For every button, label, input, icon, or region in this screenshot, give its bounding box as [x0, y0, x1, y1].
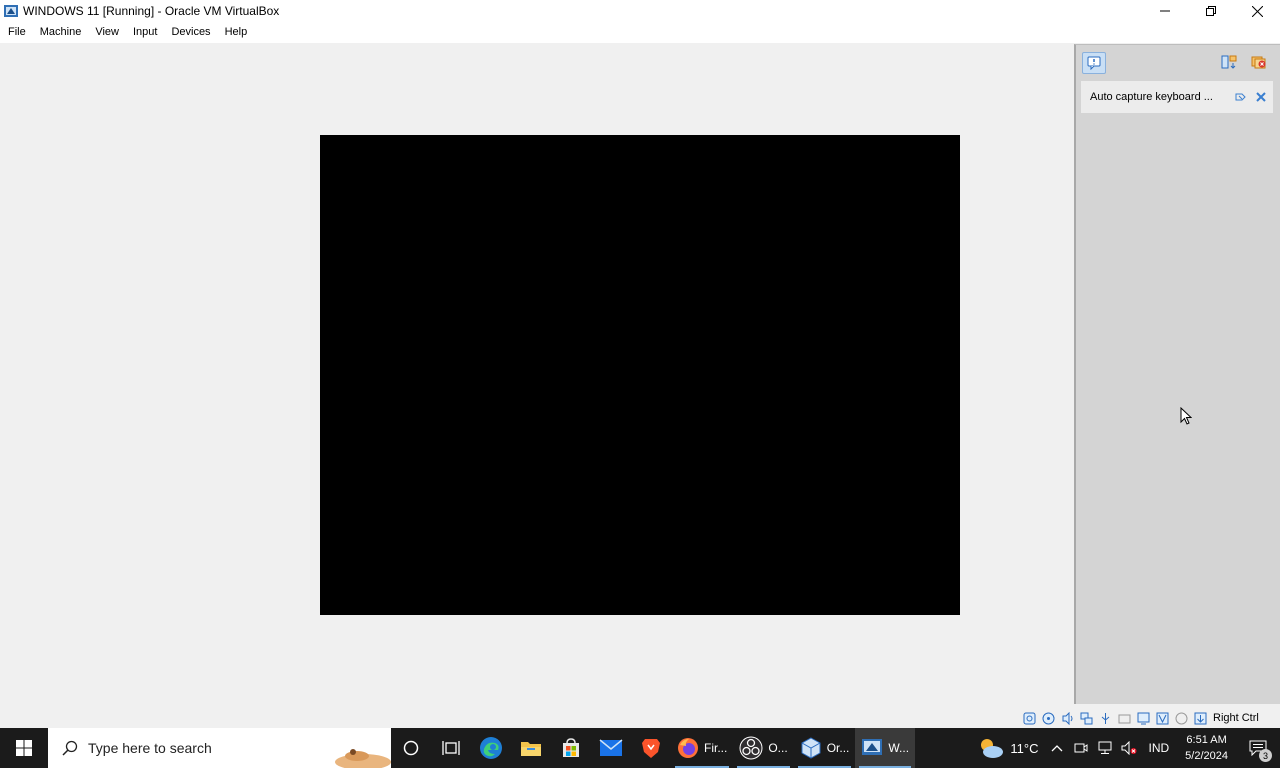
microsoft-store-icon [563, 738, 579, 757]
notification-center-toggle[interactable] [1082, 52, 1106, 74]
title-bar: WINDOWS 11 [Running] - Oracle VM Virtual… [0, 0, 1280, 22]
brave-icon [642, 739, 660, 758]
remove-icon[interactable] [1254, 90, 1268, 104]
network-icon[interactable] [1079, 711, 1094, 726]
virtualbox-vm-icon [862, 739, 883, 755]
close-icon [1251, 5, 1263, 17]
chevron-up-icon [1051, 745, 1062, 752]
taskbar-app-label: Or... [826, 741, 850, 755]
weather-temperature: 11°C [1010, 740, 1039, 756]
host-key-label[interactable]: Right Ctrl [1213, 712, 1259, 724]
task-view-button[interactable] [431, 728, 471, 768]
action-center-button[interactable]: 3 [1236, 728, 1280, 768]
weather-cloudy-icon [981, 739, 1004, 758]
delete-all-icon [1251, 56, 1266, 69]
mouse-cursor-icon [1180, 407, 1192, 425]
toggle-messages-icon [1221, 55, 1237, 69]
clock-date: 5/2/2024 [1185, 750, 1228, 762]
taskbar-app-virtualbox[interactable]: Or... [794, 728, 856, 768]
system-tray: 11°C IND 6:51 AM 5/2/2024 3 [972, 728, 1280, 768]
taskbar-app-label: O... [768, 741, 788, 755]
file-explorer-taskbar-button[interactable] [511, 728, 551, 768]
volume-muted-icon [1121, 741, 1136, 755]
menu-bar: File Machine View Input Devices Help [0, 22, 1280, 43]
vm-status-bar: Right Ctrl [1022, 709, 1280, 727]
menu-input[interactable]: Input [126, 22, 164, 43]
clock-time: 6:51 AM [1186, 734, 1227, 746]
minimize-button[interactable] [1142, 0, 1188, 22]
recording-icon[interactable] [1155, 711, 1170, 726]
menu-file[interactable]: File [1, 22, 33, 43]
mail-icon [599, 739, 623, 756]
task-view-icon [442, 741, 460, 755]
close-button[interactable] [1234, 0, 1280, 22]
menu-view[interactable]: View [88, 22, 126, 43]
audio-icon[interactable] [1060, 711, 1075, 726]
taskbar-app-vm-window[interactable]: W... [855, 728, 916, 768]
display-icon[interactable] [1136, 711, 1151, 726]
search-icon [62, 740, 78, 756]
edge-taskbar-button[interactable] [471, 728, 511, 768]
delete-all-button[interactable] [1250, 53, 1268, 71]
windows-logo-icon [16, 740, 32, 756]
show-hidden-icons-button[interactable] [1045, 728, 1069, 768]
brave-taskbar-button[interactable] [631, 728, 671, 768]
firefox-icon [678, 738, 698, 758]
restore-icon [1206, 6, 1216, 16]
notification-text: Auto capture keyboard ... [1090, 91, 1213, 103]
search-highlight-illustration [335, 749, 391, 768]
input-language[interactable]: IND [1149, 741, 1170, 755]
notification-item[interactable]: Auto capture keyboard ... [1081, 81, 1273, 113]
meet-now-icon [1074, 743, 1087, 753]
notification-count-badge: 3 [1259, 749, 1272, 762]
volume-tray-button[interactable] [1117, 728, 1141, 768]
obs-icon [739, 736, 763, 760]
optical-drive-icon[interactable] [1041, 711, 1056, 726]
cpu-icon[interactable] [1174, 711, 1189, 726]
minimize-icon [1160, 10, 1170, 12]
usb-icon[interactable] [1098, 711, 1113, 726]
network-tray-button[interactable] [1093, 728, 1117, 768]
toggle-messages-button[interactable] [1220, 53, 1238, 71]
menu-devices[interactable]: Devices [164, 22, 217, 43]
cortana-button[interactable] [391, 728, 431, 768]
edge-icon [480, 737, 502, 759]
vm-display[interactable] [320, 135, 960, 615]
cortana-icon [403, 740, 419, 756]
windows-taskbar: Type here to search Fir... O... Or... W.… [0, 728, 1280, 768]
notification-center-panel: Auto capture keyboard ... [1074, 44, 1280, 704]
restore-button[interactable] [1188, 0, 1234, 22]
start-button[interactable] [0, 728, 48, 768]
virtualbox-icon [801, 737, 821, 759]
taskbar-search-box[interactable]: Type here to search [48, 728, 391, 768]
taskbar-app-label: W... [888, 741, 910, 755]
shared-folders-icon[interactable] [1117, 711, 1132, 726]
virtualbox-icon [3, 3, 19, 19]
keep-icon[interactable] [1234, 90, 1248, 104]
network-icon [1098, 741, 1111, 754]
meet-now-button[interactable] [1069, 728, 1093, 768]
taskbar-app-obs[interactable]: O... [733, 728, 793, 768]
mail-taskbar-button[interactable] [591, 728, 631, 768]
taskbar-app-firefox[interactable]: Fir... [671, 728, 733, 768]
hard-disk-icon[interactable] [1022, 711, 1037, 726]
menu-machine[interactable]: Machine [33, 22, 89, 43]
mouse-integration-icon[interactable] [1193, 711, 1208, 726]
file-explorer-icon [521, 742, 541, 756]
taskbar-app-label: Fir... [704, 741, 728, 755]
weather-widget[interactable]: 11°C [972, 728, 1044, 768]
menu-help[interactable]: Help [218, 22, 255, 43]
taskbar-clock[interactable]: 6:51 AM 5/2/2024 [1185, 732, 1228, 764]
store-taskbar-button[interactable] [551, 728, 591, 768]
window-title: WINDOWS 11 [Running] - Oracle VM Virtual… [23, 4, 280, 18]
search-placeholder: Type here to search [88, 740, 212, 756]
notification-center-icon [1087, 56, 1101, 70]
